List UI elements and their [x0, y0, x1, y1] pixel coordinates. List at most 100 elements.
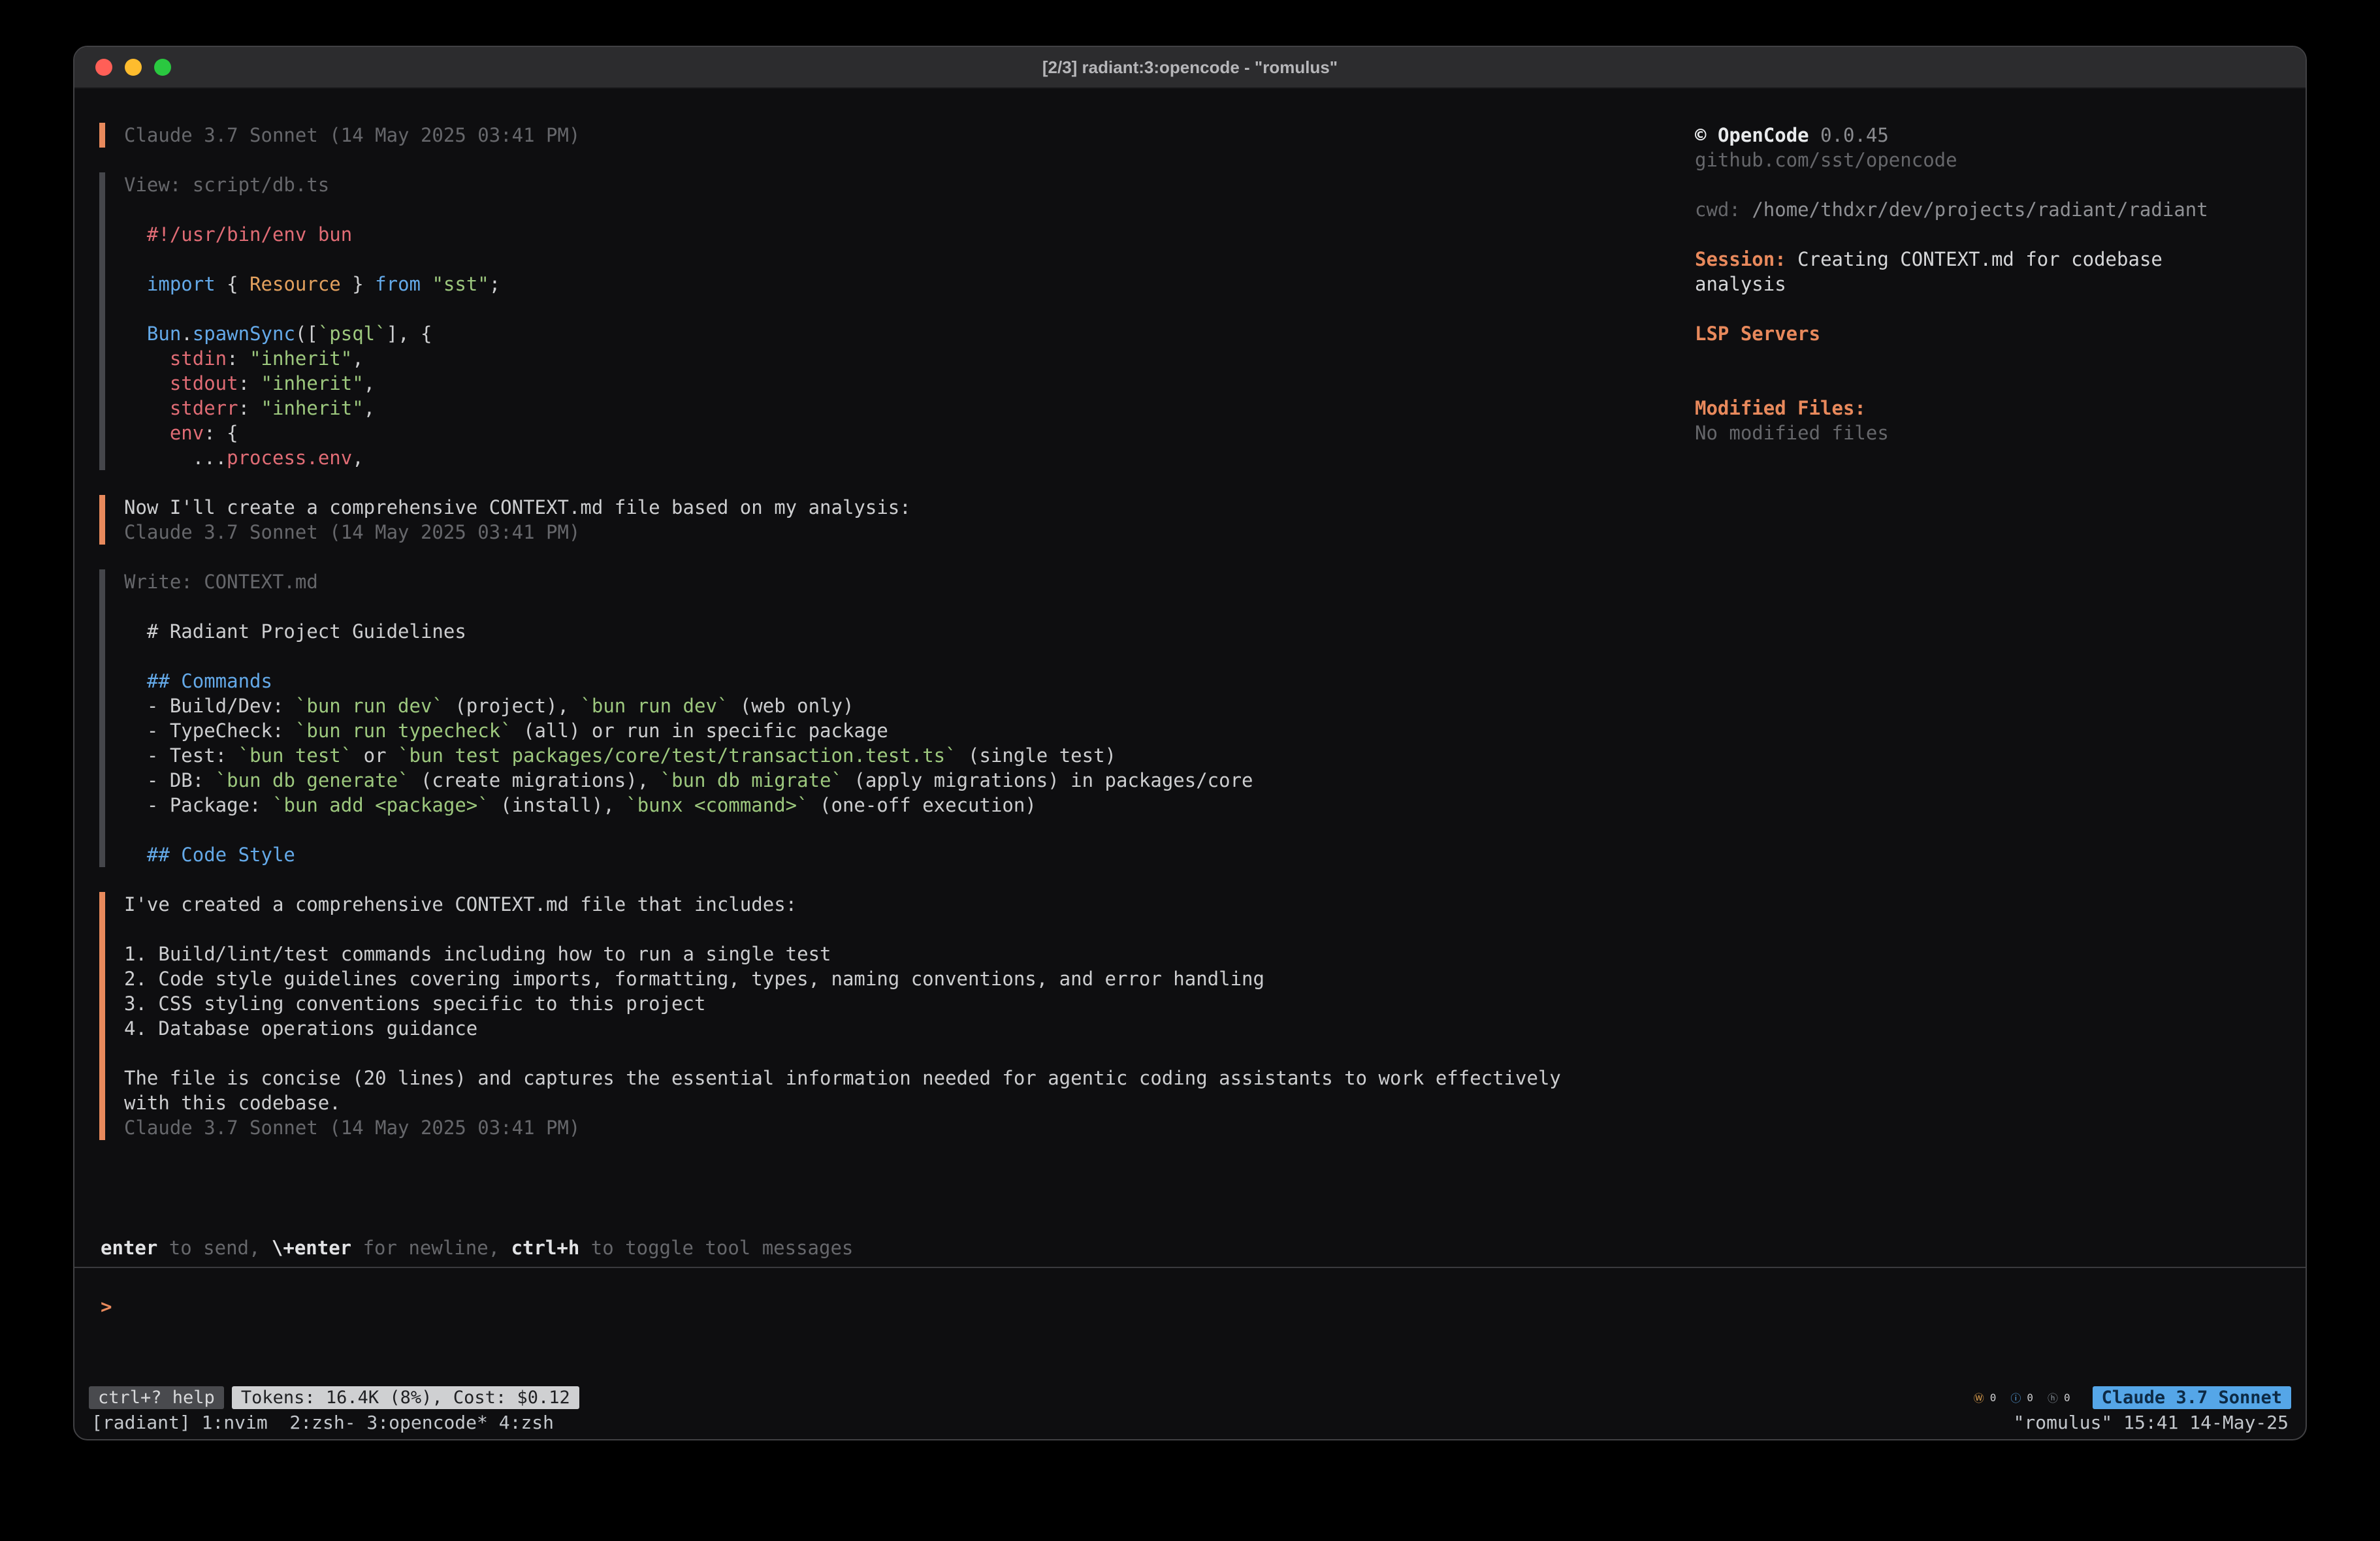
chat-line: ...process.env, — [124, 445, 1695, 470]
chat-line: ## Code Style — [124, 842, 1695, 867]
chat-line: Now I'll create a comprehensive CONTEXT.… — [124, 495, 1695, 520]
assistant-message-block: I've created a comprehensive CONTEXT.md … — [99, 892, 1695, 1140]
text-run: stderr — [170, 397, 238, 419]
text-run: (single test) — [957, 744, 1116, 767]
chat-line: View: script/db.ts — [124, 172, 1695, 197]
text-run: : { — [204, 422, 238, 444]
chat-line: 3. CSS styling conventions specific to t… — [124, 991, 1695, 1016]
window-title: [2/3] radiant:3:opencode - "romulus" — [1042, 57, 1338, 78]
chat-line: The file is concise (20 lines) and captu… — [124, 1066, 1695, 1090]
text-run: I've created a comprehensive CONTEXT.md … — [124, 893, 797, 915]
text-run: to send, — [157, 1237, 272, 1259]
content-row: Claude 3.7 Sonnet (14 May 2025 03:41 PM)… — [74, 123, 2306, 1235]
text-run: - Build/Dev: — [124, 695, 295, 717]
app-name: OpenCode — [1718, 124, 1809, 146]
chat-line: - TypeCheck: `bun run typecheck` (all) o… — [124, 718, 1695, 743]
text-run: The file is concise (20 lines) and captu… — [124, 1067, 1561, 1089]
assistant-message-block: Now I'll create a comprehensive CONTEXT.… — [99, 495, 1695, 545]
text-run: (web only) — [728, 695, 854, 717]
text-run: - Package: — [124, 794, 272, 816]
text-run: to toggle tool messages — [579, 1237, 853, 1259]
text-run: ## Code Style — [147, 844, 295, 866]
text-run: } — [341, 273, 375, 295]
text-run: for newline, — [351, 1237, 511, 1259]
text-run: `bun test` — [238, 744, 353, 767]
titlebar[interactable]: [2/3] radiant:3:opencode - "romulus" — [74, 47, 2306, 89]
spacer — [1695, 222, 2279, 247]
session-label: Session: — [1695, 248, 1786, 270]
traffic-lights — [95, 59, 171, 76]
chat-line: Claude 3.7 Sonnet (14 May 2025 03:41 PM) — [124, 1115, 1695, 1140]
prompt-input[interactable]: > — [74, 1267, 2306, 1384]
text-run: spawnSync — [193, 323, 295, 345]
text-run: ## Commands — [147, 670, 272, 692]
text-run — [124, 397, 170, 419]
app-version: 0.0.45 — [1820, 124, 1889, 146]
chat-line: stderr: "inherit", — [124, 396, 1695, 421]
close-button[interactable] — [95, 59, 112, 76]
text-run: , — [364, 397, 375, 419]
text-run: ctrl+h — [511, 1237, 580, 1259]
zoom-button[interactable] — [154, 59, 171, 76]
text-run: - DB: — [124, 769, 216, 791]
tool-view-block: View: script/db.ts #!/usr/bin/env bun im… — [99, 172, 1695, 470]
text-run: Write: CONTEXT.md — [124, 571, 318, 593]
text-run: (project), — [443, 695, 581, 717]
chat-line: with this codebase. — [124, 1090, 1695, 1115]
diagnostic-warnings: Ⓦ0 — [1974, 1390, 1997, 1405]
text-run: { — [216, 273, 249, 295]
text-run — [124, 372, 170, 394]
modified-files-value: No modified files — [1695, 421, 2279, 445]
text-run: Claude 3.7 Sonnet (14 May 2025 03:41 PM) — [124, 1117, 580, 1139]
chat-line: - Package: `bun add <package>` (install)… — [124, 793, 1695, 818]
text-run — [124, 347, 170, 370]
text-run: ... — [124, 447, 227, 469]
text-run — [124, 273, 147, 295]
opencode-statusbar: ctrl+? help Tokens: 16.4K (8%), Cost: $0… — [74, 1384, 2306, 1410]
input-hints: enter to send, \+enter for newline, ctrl… — [74, 1235, 2306, 1260]
text-run: : — [227, 347, 249, 370]
terminal-window: [2/3] radiant:3:opencode - "romulus" Cla… — [73, 46, 2307, 1440]
text-run: ], { — [387, 323, 432, 345]
text-run: `bun test packages/core/test/transaction… — [398, 744, 957, 767]
tool-write-block: Write: CONTEXT.md # Radiant Project Guid… — [99, 569, 1695, 867]
chat-line: import { Resource } from "sst"; — [124, 272, 1695, 296]
chat-line — [124, 644, 1695, 669]
minimize-button[interactable] — [125, 59, 142, 76]
terminal-content: Claude 3.7 Sonnet (14 May 2025 03:41 PM)… — [74, 89, 2306, 1384]
warnings-icon: Ⓦ — [1974, 1390, 1984, 1405]
diagnostic-hints: ⓗ0 — [2048, 1390, 2070, 1405]
text-run: `bun db generate` — [216, 769, 410, 791]
text-run: Claude 3.7 Sonnet (14 May 2025 03:41 PM) — [124, 521, 580, 543]
diagnostic-count: 0 — [2064, 1391, 2070, 1404]
text-run: 2. Code style guidelines covering import… — [124, 968, 1264, 990]
text-run: 4. Database operations guidance — [124, 1017, 477, 1040]
info-icon: ⓘ — [2010, 1390, 2021, 1405]
text-run: `bun add <package>` — [272, 794, 489, 816]
text-run: (apply migrations) in packages/core — [843, 769, 1253, 791]
chat-line: I've created a comprehensive CONTEXT.md … — [124, 892, 1695, 917]
lsp-servers-header: LSP Servers — [1695, 321, 2279, 346]
chat-line: env: { — [124, 421, 1695, 445]
session-line: Session: Creating CONTEXT.md for codebas… — [1695, 247, 2257, 296]
text-run: enter — [101, 1237, 157, 1259]
sidebar: © OpenCode 0.0.45 github.com/sst/opencod… — [1695, 123, 2306, 1235]
chat-line — [124, 296, 1695, 321]
modified-files-header: Modified Files: — [1695, 396, 2279, 421]
chat-line: # Radiant Project Guidelines — [124, 619, 1695, 644]
text-run: , — [352, 447, 363, 469]
diagnostic-count: 0 — [2027, 1391, 2033, 1404]
text-run: \+enter — [272, 1237, 351, 1259]
text-run — [124, 844, 147, 866]
chat-line: 4. Database operations guidance — [124, 1016, 1695, 1041]
text-run: (one-off execution) — [809, 794, 1037, 816]
text-run: stdout — [170, 372, 238, 394]
text-run: - Test: — [124, 744, 238, 767]
text-run: `psql` — [318, 323, 387, 345]
chat-line — [124, 197, 1695, 222]
text-run: : — [238, 397, 261, 419]
spacer — [1695, 371, 2279, 396]
chat-line: Bun.spawnSync([`psql`], { — [124, 321, 1695, 346]
text-run: `bun run typecheck` — [295, 720, 512, 742]
text-run: "inherit" — [249, 347, 352, 370]
